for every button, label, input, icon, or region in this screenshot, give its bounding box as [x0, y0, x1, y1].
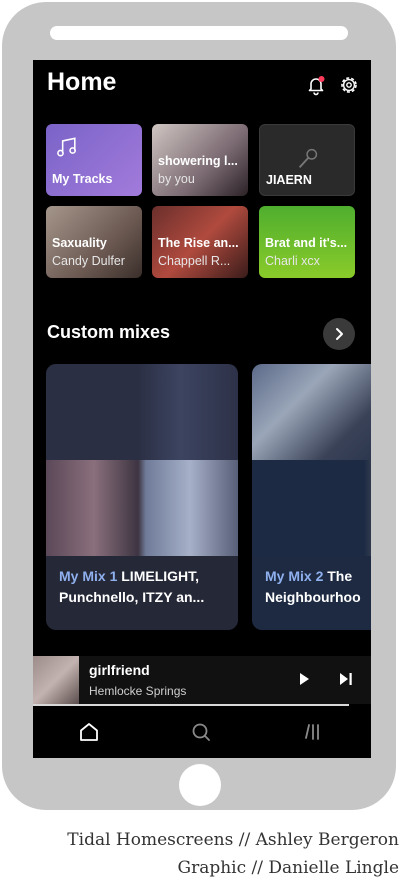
phone-frame: Home My Tracks showering l... by you JIA…	[2, 2, 396, 810]
tile-subtitle: Candy Dulfer	[52, 254, 125, 268]
track-title: girlfriend	[89, 662, 150, 678]
tile-title: JIAERN	[266, 173, 312, 187]
page-title: Home	[47, 68, 117, 96]
library-icon[interactable]	[298, 718, 326, 746]
mix-artwork-bottom	[46, 460, 238, 556]
app-screen: Home My Tracks showering l... by you JIA…	[33, 60, 371, 758]
credit-line: Graphic // Danielle Lingle	[177, 858, 400, 878]
tile-jiaern[interactable]: JIAERN	[259, 124, 355, 196]
gear-icon[interactable]	[338, 74, 360, 96]
tile-subtitle: Charli xcx	[265, 254, 320, 268]
tile-subtitle: by you	[158, 172, 195, 186]
mix-name: My Mix 2	[265, 568, 324, 584]
tile-subtitle: Chappell R...	[158, 254, 231, 268]
mix-artwork-bottom	[252, 460, 371, 556]
mix-card[interactable]: My Mix 2 The Neighbourhoo	[252, 364, 371, 630]
credit-line: Tidal Homescreens // Ashley Bergeron	[67, 830, 399, 850]
phone-home-button[interactable]	[179, 764, 221, 806]
now-playing-bar[interactable]: girlfriend Hemlocke Springs	[33, 656, 371, 704]
see-all-button[interactable]	[323, 318, 355, 350]
tile-title: My Tracks	[52, 172, 113, 186]
mix-caption: My Mix 2 The Neighbourhoo	[265, 566, 371, 608]
bell-icon[interactable]	[305, 74, 327, 96]
tile-rise-and-fall[interactable]: The Rise an... Chappell R...	[152, 206, 248, 278]
music-note-icon	[57, 137, 77, 157]
mix-artwork-top	[252, 364, 371, 460]
search-icon[interactable]	[187, 718, 215, 746]
play-icon[interactable]	[295, 670, 313, 688]
bottom-nav	[33, 706, 371, 758]
tile-title: The Rise an...	[158, 236, 239, 250]
chevron-right-icon	[336, 328, 343, 340]
track-artist: Hemlocke Springs	[89, 684, 187, 698]
tile-title: Saxuality	[52, 236, 107, 250]
tile-saxuality[interactable]: Saxuality Candy Dulfer	[46, 206, 142, 278]
mix-caption: My Mix 1 LIMELIGHT, Punchnello, ITZY an.…	[59, 566, 229, 608]
tile-title: Brat and it's...	[265, 236, 348, 250]
tile-my-tracks[interactable]: My Tracks	[46, 124, 142, 196]
mix-card[interactable]: My Mix 1 LIMELIGHT, Punchnello, ITZY an.…	[46, 364, 238, 630]
microphone-icon	[298, 148, 318, 169]
phone-speaker	[50, 26, 348, 40]
skip-next-icon[interactable]	[337, 670, 355, 688]
album-art	[33, 656, 79, 704]
section-title: Custom mixes	[47, 322, 171, 342]
mix-name: My Mix 1	[59, 568, 118, 584]
tile-title: showering l...	[158, 154, 238, 168]
home-icon[interactable]	[75, 718, 103, 746]
mix-artwork-top	[46, 364, 238, 460]
tile-showering[interactable]: showering l... by you	[152, 124, 248, 196]
tile-brat[interactable]: Brat and it's... Charli xcx	[259, 206, 355, 278]
top-bar: Home	[33, 60, 371, 110]
